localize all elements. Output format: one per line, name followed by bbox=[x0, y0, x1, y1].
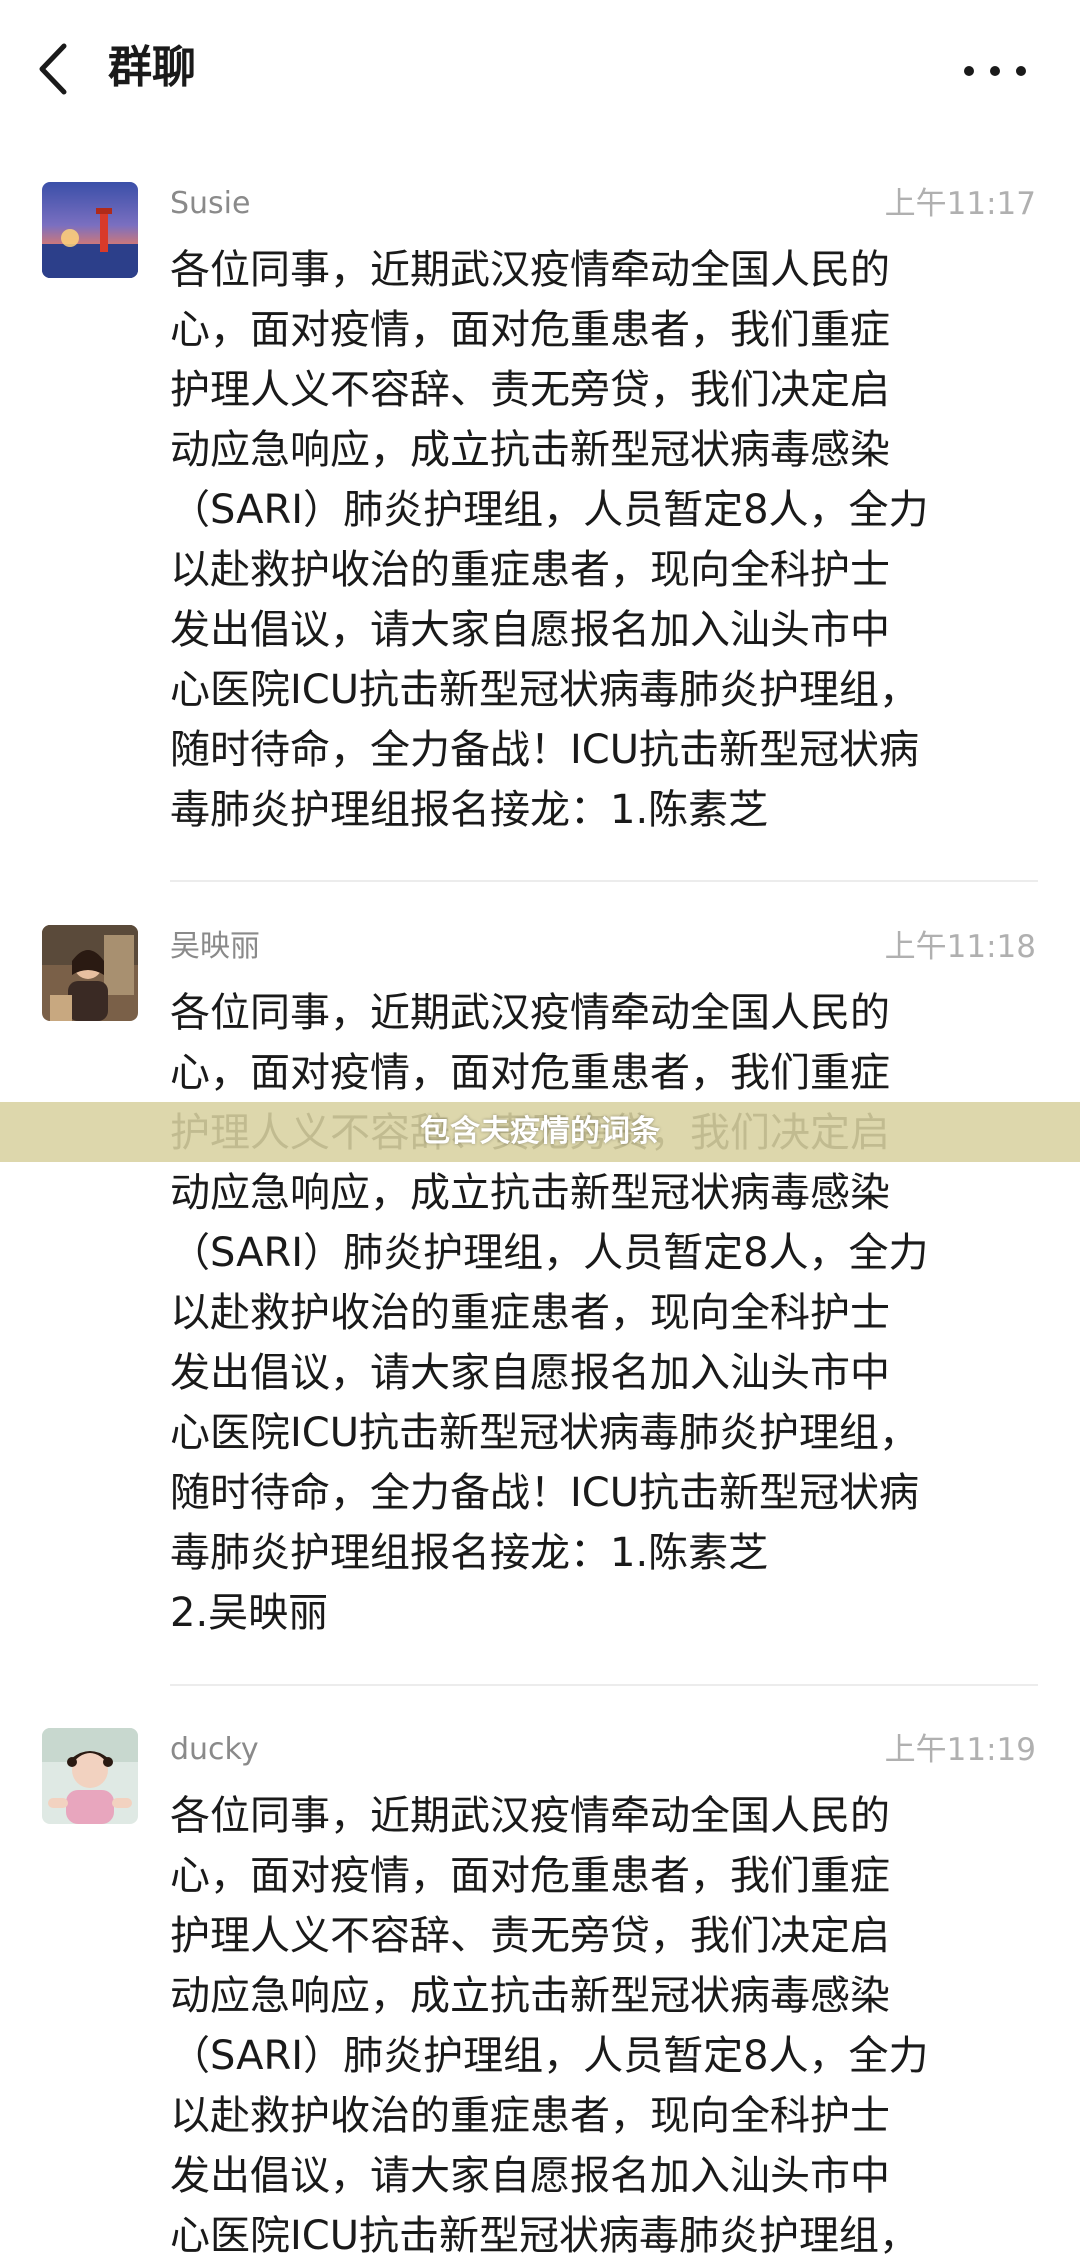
chat-message: 吴映丽 上午11:18 各位同事，近期武汉疫情牵动全国人民的 心，面对疫情，面对… bbox=[0, 925, 1080, 1685]
caption-text: 包含夫疫情的词条 bbox=[420, 1114, 660, 1149]
message-text[interactable]: 各位同事，近期武汉疫情牵动全国人民的 心，面对疫情，面对危重患者，我们重症 护理… bbox=[170, 983, 1040, 1643]
avatar[interactable] bbox=[42, 925, 138, 1021]
avatar[interactable] bbox=[42, 1728, 138, 1824]
caption-overlay: 包含夫疫情的词条 bbox=[0, 1102, 1080, 1162]
message-time: 上午11:17 bbox=[884, 186, 1036, 222]
more-dots-icon bbox=[1016, 66, 1026, 76]
chat-message: Susie 上午11:17 各位同事，近期武汉疫情牵动全国人民的 心，面对疫情，… bbox=[0, 182, 1080, 882]
message-divider bbox=[170, 1684, 1038, 1686]
message-time: 上午11:19 bbox=[884, 1732, 1036, 1768]
page-title: 群聊 bbox=[108, 42, 196, 93]
avatar[interactable] bbox=[42, 182, 138, 278]
message-divider bbox=[170, 880, 1038, 882]
more-dots-icon bbox=[964, 66, 974, 76]
sender-name: 吴映丽 bbox=[170, 929, 260, 964]
back-button[interactable] bbox=[28, 34, 80, 104]
message-time: 上午11:18 bbox=[884, 929, 1036, 965]
sunset-lighthouse-photo bbox=[42, 182, 138, 278]
message-text[interactable]: 各位同事，近期武汉疫情牵动全国人民的 心，面对疫情，面对危重患者，我们重症 护理… bbox=[170, 240, 1040, 840]
chat-message: ducky 上午11:19 各位同事，近期武汉疫情牵动全国人民的 心，面对疫情，… bbox=[0, 1728, 1080, 2267]
chevron-left-icon bbox=[39, 43, 67, 95]
more-dots-icon bbox=[990, 66, 1000, 76]
sender-name: ducky bbox=[170, 1732, 259, 1767]
chat-header: 群聊 bbox=[0, 0, 1080, 140]
sender-name: Susie bbox=[170, 186, 251, 221]
message-text[interactable]: 各位同事，近期武汉疫情牵动全国人民的 心，面对疫情，面对危重患者，我们重症 护理… bbox=[170, 1786, 1040, 2266]
woman-portrait-photo bbox=[42, 925, 138, 1021]
more-button[interactable] bbox=[950, 50, 1040, 90]
child-portrait-photo bbox=[42, 1728, 138, 1824]
